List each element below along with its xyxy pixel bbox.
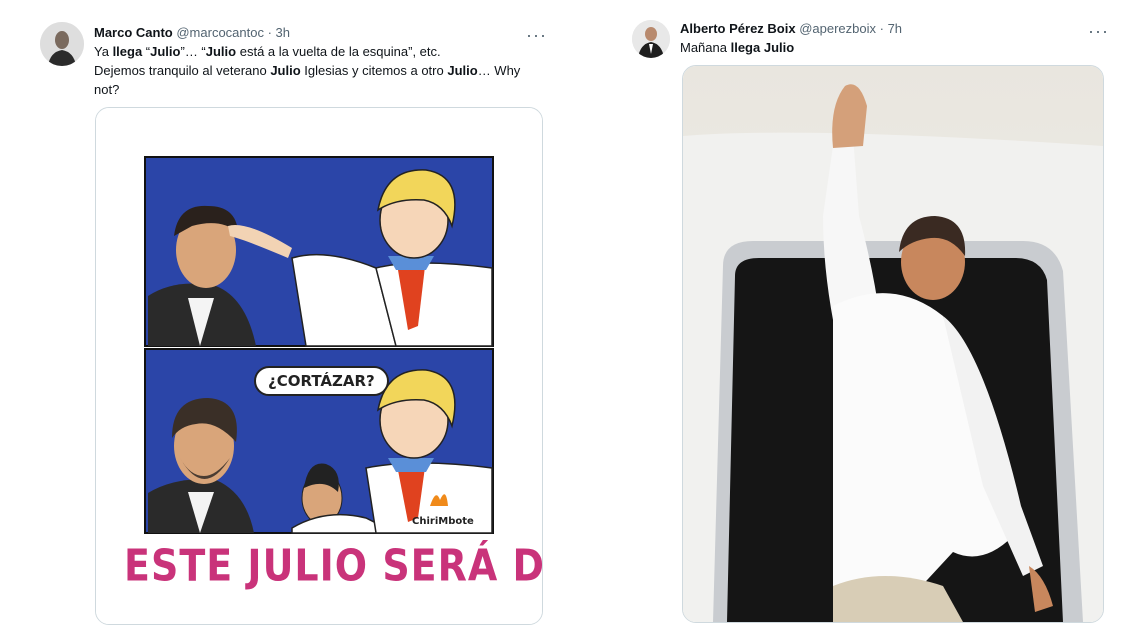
text-segment: “ <box>142 44 151 59</box>
tweet-alberto-perez-boix: Alberto Pérez Boix @aperezboix · 7h ··· … <box>580 0 1140 641</box>
comic-caption: ESTE JULIO SERÁ DISTINTO <box>124 540 543 591</box>
tweet-text-line-2: Dejemos tranquilo al veterano Julio Igle… <box>94 61 544 80</box>
tweet-text-line-3: not? <box>94 82 120 97</box>
tweet-media-comic[interactable]: ¿CORTÁZAR? ChiriMbote ESTE JULIO SERÁ DI… <box>95 107 543 625</box>
author-name[interactable]: Alberto Pérez Boix <box>680 21 796 36</box>
avatar-image <box>40 22 84 66</box>
text-segment: Mañana <box>680 40 731 55</box>
tweet-header: Alberto Pérez Boix @aperezboix · 7h <box>680 21 902 36</box>
comic-logo-text: ChiriMbote <box>412 516 474 527</box>
author-handle[interactable]: @aperezboix <box>799 21 876 36</box>
timestamp[interactable]: 7h <box>888 21 902 36</box>
tweet-media-photo[interactable] <box>682 65 1104 623</box>
avatar-image <box>632 20 670 58</box>
avatar[interactable] <box>40 22 84 66</box>
author-name[interactable]: Marco Canto <box>94 25 173 40</box>
text-segment: está a la vuelta de la esquina”, etc. <box>236 44 441 59</box>
tweet-text-line-1: Ya llega “Julio”… “Julio está a la vuelt… <box>94 42 544 61</box>
text-segment: ”… “ <box>180 44 206 59</box>
highlight-word: Julio <box>763 40 795 55</box>
tweet-marco-canto: Marco Canto @marcocantoc · 3h ··· Ya lle… <box>0 0 560 641</box>
avatar[interactable] <box>632 20 670 58</box>
tweet-text: Ya llega “Julio”… “Julio está a la vuelt… <box>94 42 544 99</box>
timestamp[interactable]: 3h <box>276 25 290 40</box>
separator: · <box>263 25 276 40</box>
highlight-word: Julio <box>270 63 301 78</box>
text-segment: … Why <box>477 63 521 78</box>
tweet-text: Mañana llega Julio <box>680 38 794 57</box>
text-segment: Dejemos tranquilo al veterano <box>94 63 271 78</box>
highlight-word: Julio <box>150 44 181 59</box>
tweet-header: Marco Canto @marcocantoc · 3h <box>94 25 290 40</box>
comic-panel-1 <box>144 156 494 347</box>
highlight-word: llega <box>730 40 761 55</box>
text-segment: Iglesias y citemos a otro <box>300 63 448 78</box>
speech-bubble: ¿CORTÁZAR? <box>254 366 389 396</box>
photo-image <box>683 66 1103 622</box>
more-options-icon[interactable]: ··· <box>1088 22 1109 40</box>
more-options-icon[interactable]: ··· <box>526 26 547 44</box>
separator: · <box>876 21 888 36</box>
highlight-word: Julio <box>447 63 478 78</box>
highlight-word: llega <box>112 44 143 59</box>
highlight-word: Julio <box>205 44 237 59</box>
text-segment: Ya <box>94 44 113 59</box>
author-handle[interactable]: @marcocantoc <box>176 25 264 40</box>
